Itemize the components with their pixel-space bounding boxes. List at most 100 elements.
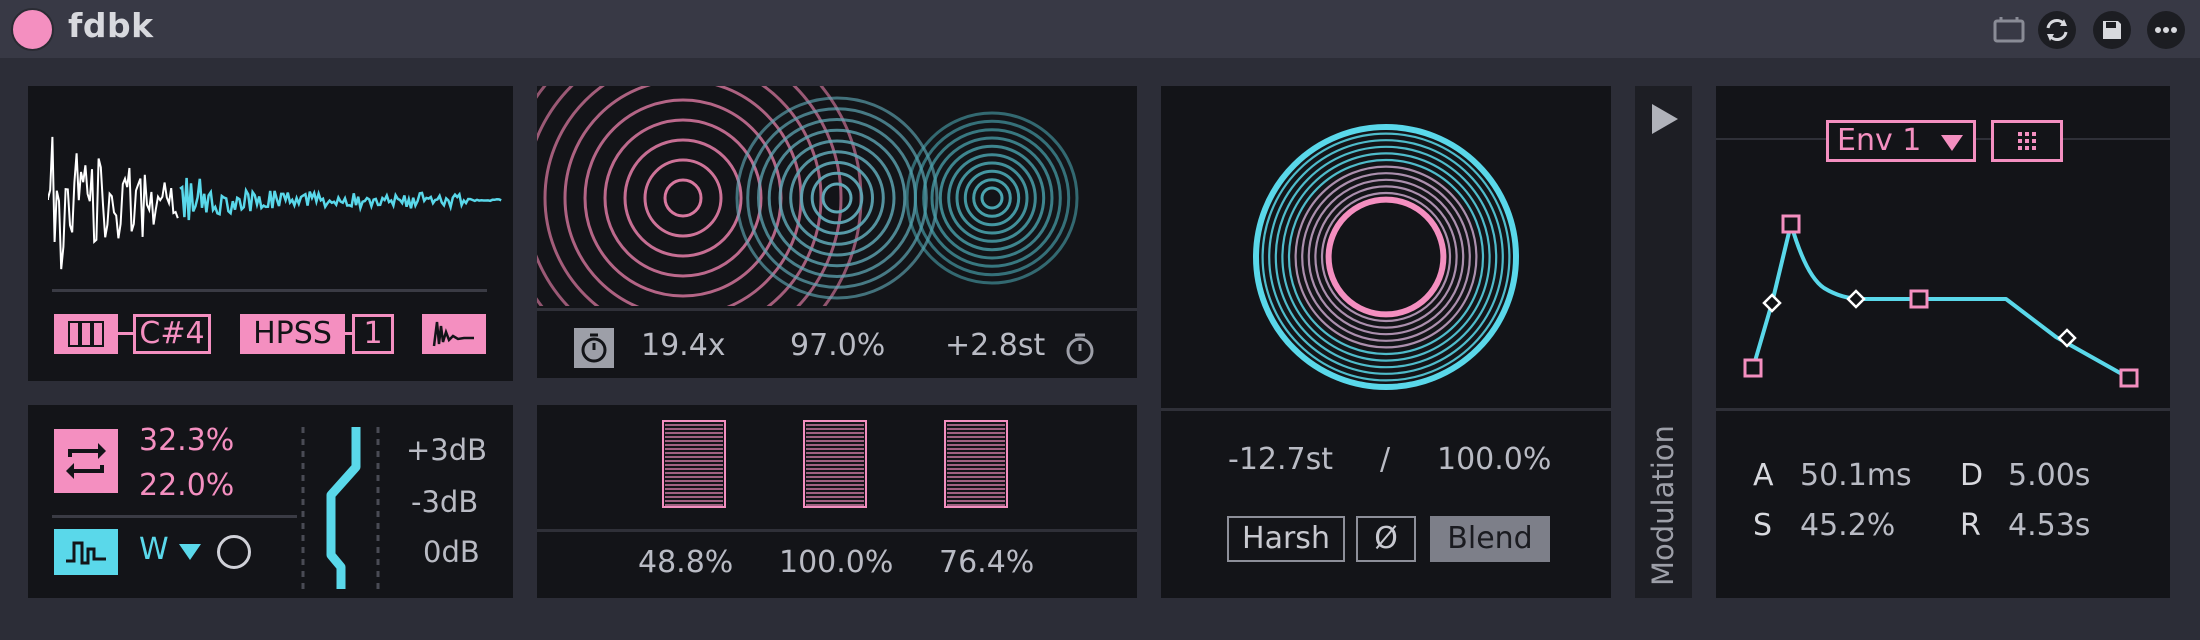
modulation-strip[interactable]: Modulation [1635, 86, 1692, 598]
env-point-release[interactable] [2119, 368, 2139, 388]
attack-value[interactable]: 50.1ms [1800, 458, 1912, 493]
gain-slider[interactable] [296, 427, 386, 589]
loop-feedback[interactable]: 22.0% [139, 468, 234, 503]
envelope-selector-label: Env 1 [1837, 123, 1922, 158]
release-label: R [1960, 508, 1981, 543]
chevron-down-icon[interactable] [179, 544, 201, 560]
link-line-2 [345, 332, 352, 335]
play-icon[interactable] [1650, 102, 1680, 136]
chevron-down-icon [1941, 135, 1963, 151]
freeze-panel: 32.3% 22.0% W +3dB -3dB 0dB [28, 405, 513, 598]
sustain-value[interactable]: 45.2% [1800, 508, 1895, 543]
mode-button[interactable]: HPSS [240, 314, 345, 354]
rings-visualizer[interactable] [537, 86, 1137, 306]
circle-separator: / [1380, 442, 1391, 477]
stopwatch-icon [581, 333, 607, 363]
sustain-label: S [1753, 508, 1773, 543]
bar-2-value[interactable]: 100.0% [779, 545, 893, 580]
more-icon[interactable] [2146, 10, 2186, 50]
gain-low-label: 0dB [423, 535, 480, 569]
env-curve-handle-1[interactable] [1762, 293, 1782, 313]
phase-button[interactable]: Ø [1356, 516, 1416, 562]
circle-ring-11 [1325, 196, 1447, 318]
circle-ring-2 [1268, 139, 1504, 375]
envelope-graph[interactable] [1716, 166, 2170, 396]
loop-icon [66, 443, 106, 479]
circle-visualizer[interactable] [1241, 112, 1531, 402]
release-value[interactable]: 4.53s [2008, 508, 2090, 543]
clip-icon[interactable] [1991, 13, 2027, 47]
bar-1-value[interactable]: 48.8% [638, 545, 733, 580]
ring-2-0 [980, 186, 1004, 210]
piano-icon [68, 321, 104, 347]
ring-0-0 [663, 178, 703, 218]
circle-toggle[interactable] [217, 535, 251, 569]
env-point-start[interactable] [1743, 358, 1763, 378]
wave-toggle[interactable] [54, 529, 118, 575]
wave-selector[interactable]: W [139, 532, 169, 567]
decay-label: D [1960, 458, 1984, 493]
rings-panel: 19.4x 97.0% +2.8st [537, 86, 1137, 378]
grid-icon [2018, 132, 2036, 150]
blend-button[interactable]: Blend [1430, 516, 1550, 562]
grid-button[interactable] [1991, 120, 2063, 162]
transient-icon [432, 321, 474, 347]
ring-0-1 [643, 158, 723, 238]
ring-0-4 [583, 98, 783, 298]
env-curve-handle-2[interactable] [1846, 289, 1866, 309]
save-icon[interactable] [2092, 10, 2132, 50]
ring-1-0 [821, 182, 853, 214]
keyboard-button[interactable] [54, 314, 118, 354]
harsh-button[interactable]: Harsh [1227, 516, 1345, 562]
transient-button[interactable] [422, 314, 486, 354]
title-bar: fdbk [0, 0, 2200, 58]
rings-mix[interactable]: 97.0% [790, 328, 885, 363]
circle-ring-4 [1281, 152, 1491, 362]
envelope-selector[interactable]: Env 1 [1826, 120, 1976, 162]
rings-speed[interactable]: 19.4x [641, 328, 726, 363]
bar-3-value[interactable]: 76.4% [939, 545, 1034, 580]
link-line [118, 332, 133, 335]
stopwatch-outline-icon[interactable] [1062, 330, 1098, 368]
bar-1[interactable] [662, 420, 726, 508]
env-point-attack[interactable] [1781, 214, 1801, 234]
circle-ring-8 [1307, 178, 1465, 336]
ring-0-2 [623, 138, 743, 258]
envelope-panel: Env 1 A 50.1ms D 5.00s S 45.2% R 4.53s [1716, 86, 2170, 598]
waveform-white-segment [48, 136, 179, 270]
bar-3[interactable] [944, 420, 1008, 508]
ring-2-3 [955, 161, 1029, 235]
gain-mid-label: -3dB [411, 485, 479, 519]
env-curve-handle-3[interactable] [2057, 328, 2077, 348]
ring-2-4 [947, 153, 1037, 243]
loop-rate[interactable]: 32.3% [139, 423, 234, 458]
waveform-cyan-segment [179, 177, 502, 221]
mode-value-field[interactable]: 1 [352, 314, 394, 354]
waveform-cyan-path [179, 177, 502, 221]
bar-2[interactable] [803, 420, 867, 508]
waveform-white-path [48, 136, 179, 270]
timer-button[interactable] [574, 328, 614, 368]
key-field[interactable]: C#4 [133, 314, 211, 354]
loop-button[interactable] [54, 429, 118, 493]
sample-panel: C#4 HPSS 1 [28, 86, 513, 381]
bars-panel: 48.8% 100.0% 76.4% [537, 405, 1137, 598]
gain-high-label: +3dB [406, 433, 488, 467]
attack-label: A [1753, 458, 1774, 493]
refresh-icon[interactable] [2037, 10, 2077, 50]
decay-value[interactable]: 5.00s [2008, 458, 2090, 493]
circle-pitch[interactable]: -12.7st [1228, 442, 1333, 477]
ring-2-1 [972, 178, 1012, 218]
waveform[interactable] [48, 100, 503, 270]
ring-2-7 [922, 128, 1062, 268]
circle-ring-9 [1314, 185, 1458, 329]
bars-display [662, 420, 1008, 508]
circle-ring-5 [1287, 158, 1485, 356]
circle-amount[interactable]: 100.0% [1437, 442, 1551, 477]
circle-panel: -12.7st / 100.0% Harsh Ø Blend [1161, 86, 1611, 598]
step-wave-icon [66, 541, 106, 565]
power-button[interactable] [11, 8, 54, 51]
device-title: fdbk [68, 6, 154, 45]
env-point-decay[interactable] [1909, 289, 1929, 309]
rings-pitch[interactable]: +2.8st [945, 328, 1045, 363]
